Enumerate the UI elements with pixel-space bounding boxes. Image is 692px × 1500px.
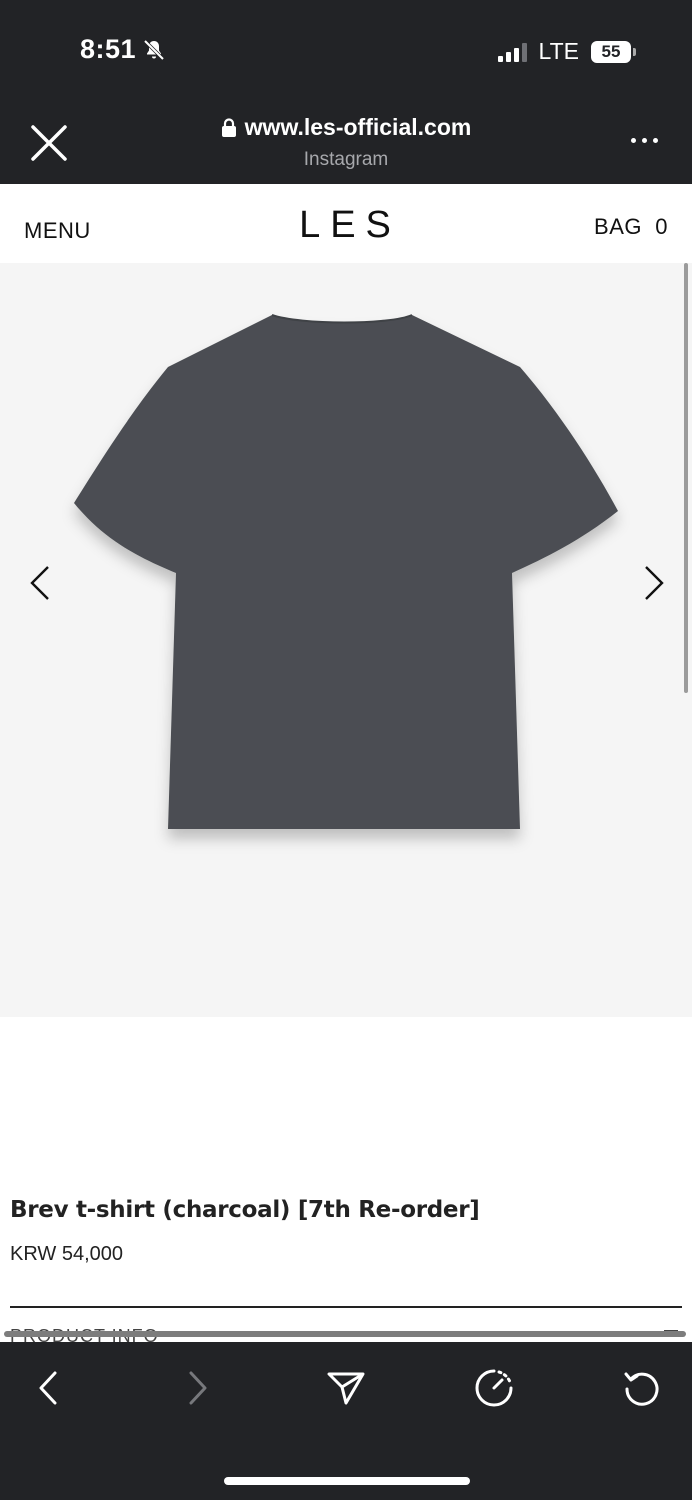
previous-image-arrow-icon[interactable] <box>26 563 58 603</box>
back-button[interactable] <box>26 1366 70 1410</box>
divider <box>10 1306 682 1308</box>
status-time: 8:51 <box>80 34 166 65</box>
product-image-carousel[interactable] <box>0 263 692 1017</box>
lock-icon <box>221 117 236 137</box>
reload-icon <box>624 1372 659 1406</box>
forward-button[interactable] <box>176 1366 220 1410</box>
share-button[interactable] <box>324 1366 368 1410</box>
home-indicator[interactable] <box>224 1477 470 1485</box>
url-source: Instagram <box>303 148 389 170</box>
signal-icon <box>497 42 527 62</box>
battery-icon: 55 <box>591 40 636 63</box>
brand-logo[interactable]: LES <box>0 204 692 247</box>
gauge-icon <box>475 1369 513 1407</box>
network-label: LTE <box>538 38 579 64</box>
status-indicators: LTE 55 <box>497 38 636 65</box>
browser-top-chrome: 8:51 LTE 55 www.les-official.com Instagr… <box>0 0 692 184</box>
address-bar[interactable]: www.les-official.com Instagram <box>0 114 692 171</box>
product-price: KRW 54,000 <box>10 1243 124 1265</box>
next-image-arrow-icon[interactable] <box>636 563 668 603</box>
chevron-right-icon <box>189 1371 207 1405</box>
clock-text: 8:51 <box>80 34 137 64</box>
more-options-icon[interactable] <box>631 138 658 143</box>
site-header: MENU LES BAG 0 <box>0 184 692 263</box>
bag-button[interactable]: BAG 0 <box>594 214 668 240</box>
chevron-left-icon <box>39 1371 57 1405</box>
scrollbar[interactable] <box>684 263 688 693</box>
bag-label: BAG <box>594 214 643 239</box>
bell-slash-icon <box>143 39 165 60</box>
battery-level: 55 <box>591 40 631 63</box>
url-text: www.les-official.com <box>244 114 472 140</box>
tshirt-image <box>74 314 618 829</box>
product-title: Brev t-shirt (charcoal) [7th Re-order] <box>10 1197 480 1223</box>
send-icon <box>327 1372 365 1405</box>
speed-button[interactable] <box>472 1366 516 1410</box>
page-load-progress <box>4 1331 686 1337</box>
reload-button[interactable] <box>620 1366 664 1410</box>
bag-count: 0 <box>655 214 668 239</box>
